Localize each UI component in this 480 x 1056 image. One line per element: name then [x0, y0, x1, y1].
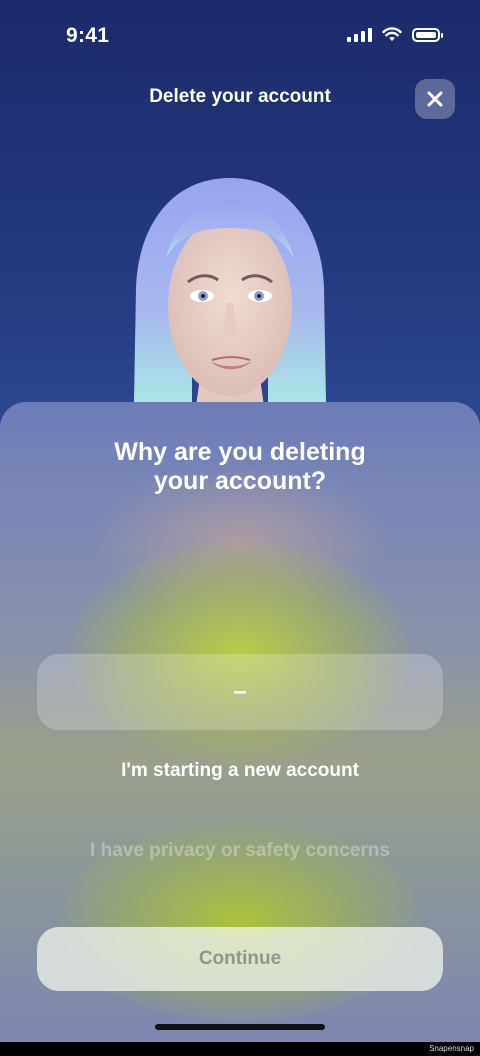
close-button[interactable]: [415, 79, 455, 119]
status-icons: [347, 27, 443, 42]
status-time: 9:41: [66, 24, 110, 47]
page-title: Delete your account: [149, 86, 331, 107]
status-bar: 9:41: [0, 0, 480, 72]
continue-button[interactable]: Continue: [37, 927, 443, 991]
picker-option[interactable]: I'm starting a new account: [0, 760, 480, 782]
question-line-2: your account?: [153, 467, 327, 495]
home-indicator: [155, 1024, 325, 1030]
footer-strip: [0, 1042, 480, 1056]
battery-icon: [412, 27, 443, 42]
avatar: [134, 178, 326, 406]
question-line-1: Why are you deleting: [114, 438, 366, 466]
watermark: Snapensnap: [429, 1044, 474, 1053]
question-heading: Why are you deleting your account?: [0, 438, 480, 496]
picker-option[interactable]: I have privacy or safety concerns: [0, 840, 480, 862]
cellular-signal-icon: [347, 27, 372, 42]
close-icon: [427, 91, 443, 107]
picker-selected-option[interactable]: –: [37, 654, 443, 730]
wifi-icon: [382, 27, 402, 41]
